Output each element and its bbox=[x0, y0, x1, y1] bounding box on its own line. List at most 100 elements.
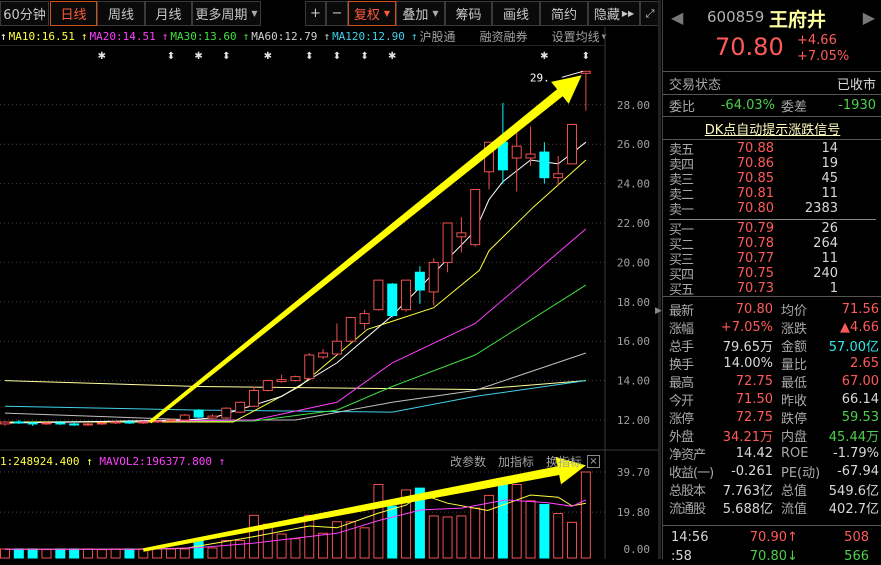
event-marker-icon[interactable]: ✱ bbox=[264, 51, 272, 62]
candle-down[interactable] bbox=[55, 422, 66, 425]
candle-up[interactable] bbox=[96, 422, 107, 425]
collapse-arrow-icon[interactable]: ▶ bbox=[655, 306, 662, 316]
candle-up[interactable] bbox=[428, 261, 439, 293]
volume-bar[interactable] bbox=[96, 549, 107, 559]
volume-bar[interactable] bbox=[152, 548, 163, 559]
prev-stock-icon[interactable]: ◀ bbox=[671, 8, 683, 27]
volume-bar[interactable] bbox=[124, 548, 135, 559]
candle-down[interactable] bbox=[387, 283, 398, 317]
candle-up[interactable] bbox=[553, 173, 564, 179]
volume-bar[interactable] bbox=[179, 548, 190, 559]
candle-up[interactable] bbox=[207, 415, 218, 419]
volume-bar[interactable] bbox=[276, 533, 287, 559]
candle-down[interactable] bbox=[27, 422, 38, 425]
asks-row[interactable]: 卖一 70.80 2383 bbox=[663, 201, 881, 218]
volume-bar[interactable] bbox=[55, 548, 66, 559]
volume-bar[interactable] bbox=[290, 538, 301, 559]
candle-up[interactable] bbox=[318, 352, 329, 358]
event-marker-icon[interactable]: ⬍ bbox=[360, 51, 368, 62]
volume-bar[interactable] bbox=[82, 548, 93, 559]
candle-up[interactable] bbox=[138, 421, 149, 424]
volume-bar[interactable] bbox=[456, 515, 467, 559]
candle-up[interactable] bbox=[262, 380, 273, 391]
volume-bar[interactable] bbox=[580, 471, 591, 559]
volume-bar[interactable] bbox=[235, 540, 246, 559]
candle-up[interactable] bbox=[331, 340, 342, 355]
candle-down[interactable] bbox=[13, 421, 24, 424]
event-marker-icon[interactable]: ⬍ bbox=[167, 51, 175, 62]
candle-up[interactable] bbox=[401, 279, 412, 311]
volume-bar[interactable] bbox=[387, 505, 398, 559]
volume-bar[interactable] bbox=[221, 540, 232, 559]
volume-bar[interactable] bbox=[511, 483, 522, 559]
volume-bar[interactable] bbox=[318, 532, 329, 559]
volume-bar[interactable] bbox=[13, 548, 24, 559]
volume-bar[interactable] bbox=[69, 548, 80, 559]
volume-bar[interactable] bbox=[345, 521, 356, 559]
candle-up[interactable] bbox=[41, 422, 52, 425]
event-marker-icon[interactable]: ⬍ bbox=[333, 51, 341, 62]
candle-up[interactable] bbox=[525, 153, 536, 159]
level-price: 70.86 bbox=[736, 156, 774, 171]
candle-down[interactable] bbox=[539, 151, 550, 179]
volume-bar[interactable] bbox=[553, 513, 564, 559]
stat-value: 79.65万 bbox=[722, 339, 773, 355]
volume-bar[interactable] bbox=[470, 507, 481, 559]
bids-row[interactable]: 买五 70.73 1 bbox=[663, 281, 881, 298]
switch-indicator-button[interactable]: 换指标 bbox=[546, 453, 582, 470]
volume-bar[interactable] bbox=[41, 549, 52, 559]
volume-bar[interactable] bbox=[428, 515, 439, 559]
candle-down[interactable] bbox=[414, 271, 425, 291]
candle-down[interactable] bbox=[497, 141, 508, 171]
candle-up[interactable] bbox=[110, 421, 121, 424]
candle-up[interactable] bbox=[373, 279, 384, 311]
dk-signal-link[interactable]: DK点自动提示涨跌信号 bbox=[705, 119, 841, 138]
volume-bar[interactable] bbox=[442, 516, 453, 559]
candle-up[interactable] bbox=[442, 222, 453, 263]
event-marker-icon[interactable]: ✱ bbox=[388, 51, 396, 62]
candle-up[interactable] bbox=[0, 421, 10, 425]
candle-down[interactable] bbox=[193, 409, 204, 418]
candle-up[interactable] bbox=[82, 423, 93, 426]
volume-tick-label: 19.80 bbox=[617, 506, 650, 519]
event-marker-icon[interactable]: ⬍ bbox=[305, 51, 313, 62]
volume-bar[interactable] bbox=[165, 548, 176, 559]
candle-up[interactable] bbox=[304, 354, 315, 380]
candle-up[interactable] bbox=[165, 419, 176, 422]
event-marker-icon[interactable]: ✱ bbox=[194, 51, 202, 62]
candle-up[interactable] bbox=[345, 317, 356, 342]
volume-bar[interactable] bbox=[110, 548, 121, 559]
candle-up[interactable] bbox=[567, 124, 578, 165]
candle-down[interactable] bbox=[124, 421, 135, 424]
volume-bar[interactable] bbox=[497, 483, 508, 559]
volume-bar[interactable] bbox=[207, 547, 218, 559]
volume-bar[interactable] bbox=[359, 527, 370, 559]
next-stock-icon[interactable]: ▶ bbox=[863, 8, 875, 27]
event-marker-icon[interactable]: ⬍ bbox=[222, 51, 230, 62]
volume-bar[interactable] bbox=[567, 521, 578, 559]
candle-up[interactable] bbox=[470, 189, 481, 246]
panel-splitter[interactable] bbox=[658, 0, 661, 559]
change-params-button[interactable]: 改参数 bbox=[450, 453, 486, 470]
candle-up[interactable] bbox=[235, 401, 246, 413]
volume-bar[interactable] bbox=[539, 503, 550, 559]
candle-up[interactable] bbox=[456, 232, 467, 238]
close-icon[interactable]: × bbox=[587, 455, 600, 468]
candle-up[interactable] bbox=[221, 407, 232, 419]
event-marker-icon[interactable]: ✱ bbox=[98, 51, 106, 62]
candle-up[interactable] bbox=[359, 313, 370, 324]
candle-down[interactable] bbox=[69, 423, 80, 426]
event-marker-icon[interactable]: ⬍ bbox=[582, 51, 590, 62]
volume-bar[interactable] bbox=[525, 500, 536, 559]
candle-up[interactable] bbox=[248, 389, 259, 407]
candle-up[interactable] bbox=[511, 145, 522, 159]
candle-up[interactable] bbox=[276, 379, 287, 383]
event-marker-icon[interactable]: ✱ bbox=[540, 51, 548, 62]
volume-bar[interactable] bbox=[27, 548, 38, 559]
candle-up[interactable] bbox=[179, 414, 190, 421]
kline-chart[interactable]: 28.00 26.00 24.00 22.00 20.00 18.00 16.00 14.00… bbox=[0, 0, 660, 559]
candle-up[interactable] bbox=[290, 376, 301, 382]
add-indicator-button[interactable]: 加指标 bbox=[498, 453, 534, 470]
volume-bar[interactable] bbox=[484, 494, 495, 559]
volume-bar[interactable] bbox=[0, 548, 10, 559]
